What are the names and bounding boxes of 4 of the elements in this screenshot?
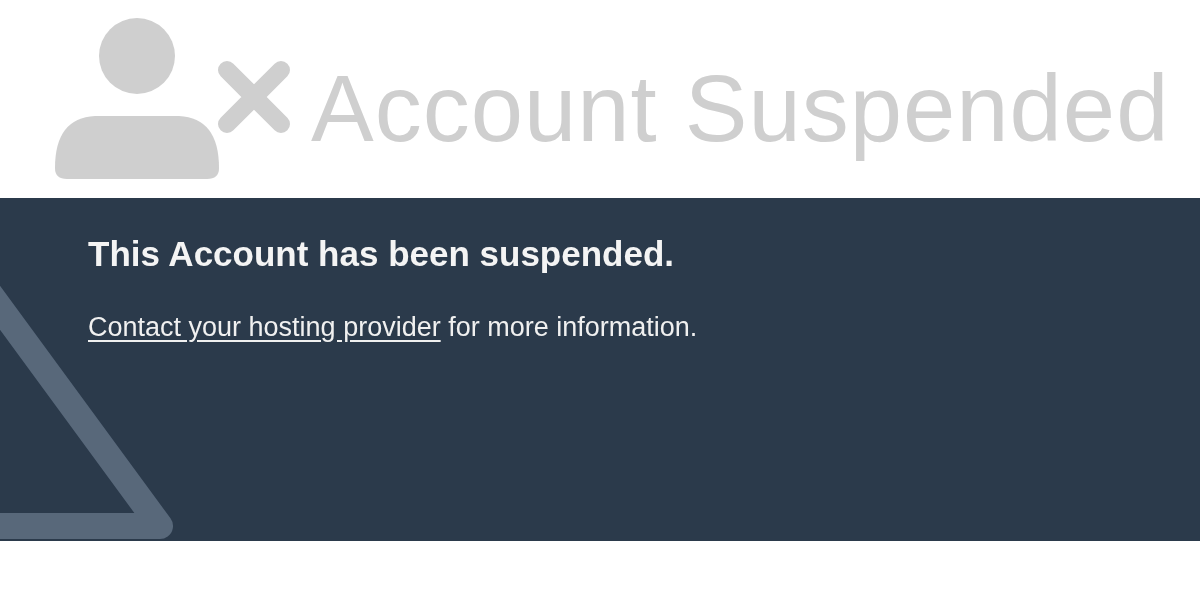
contact-link[interactable]: Contact your hosting provider — [88, 312, 441, 342]
user-remove-icon — [55, 18, 291, 180]
notice-text: Contact your hosting provider for more information. — [88, 312, 699, 343]
notice-heading: This Account has been suspended. — [88, 234, 676, 274]
